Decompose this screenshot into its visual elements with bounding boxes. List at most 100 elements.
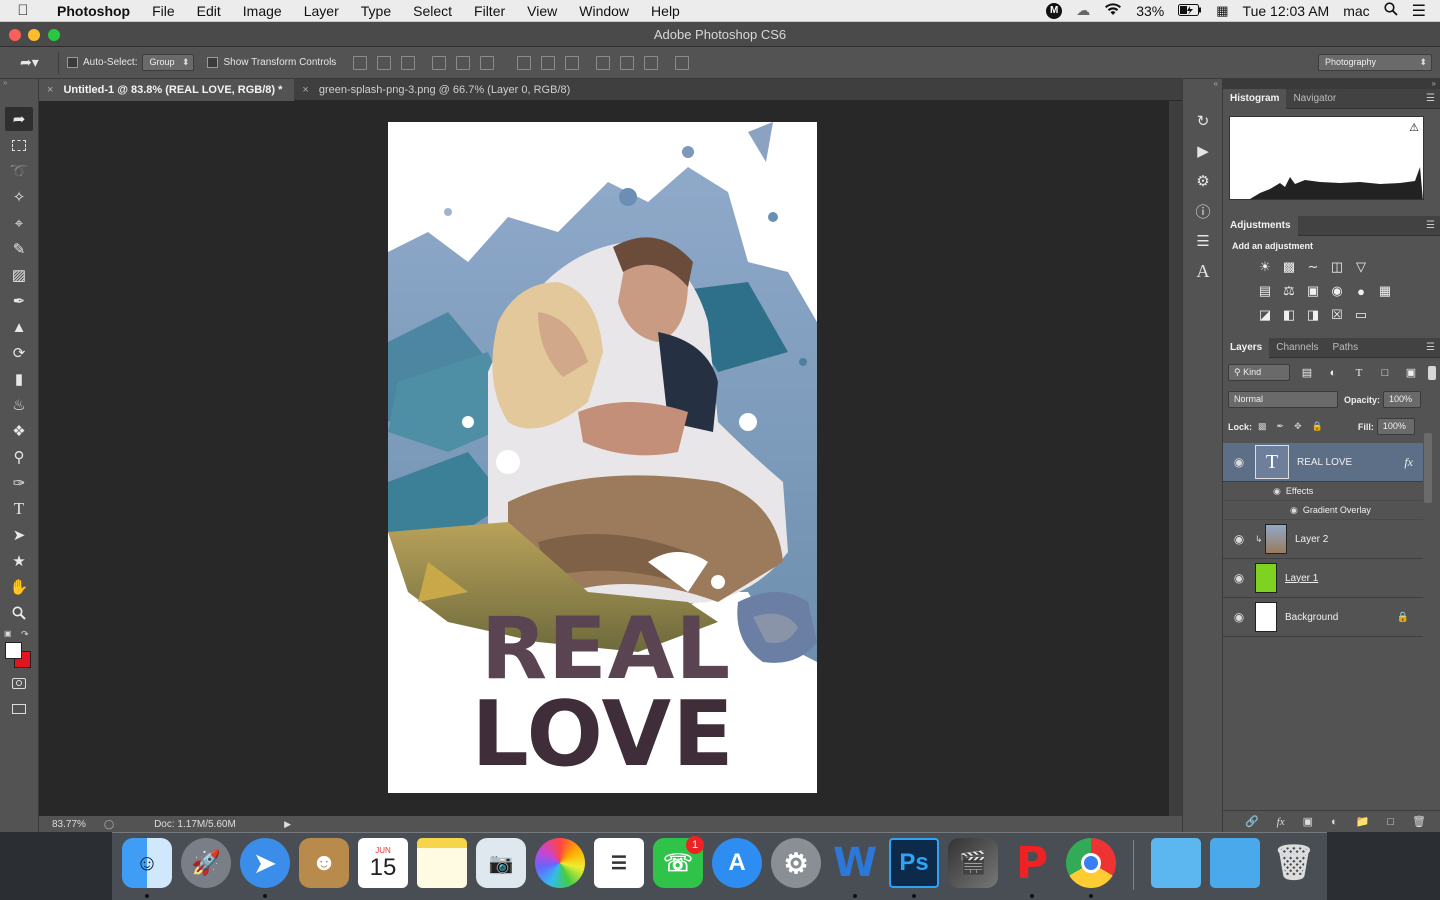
canvas-vertical-scrollbar[interactable] [1169, 101, 1182, 816]
close-tab-icon[interactable]: × [47, 79, 53, 101]
calendar-icon[interactable]: JUN 15 [358, 838, 408, 888]
word-icon[interactable]: W [830, 838, 880, 888]
tab-layers[interactable]: Layers [1223, 337, 1270, 358]
tab-untitled-1[interactable]: × Untitled-1 @ 83.8% (REAL LOVE, RGB/8) … [39, 79, 295, 101]
battery-percent[interactable]: 33% [1136, 3, 1164, 19]
status-info-icon[interactable]: ◯ [104, 819, 114, 830]
wifi-icon[interactable] [1104, 2, 1122, 19]
layers-scrollbar[interactable] [1424, 433, 1432, 503]
tab-channels[interactable]: Channels [1269, 338, 1325, 358]
status-menu-icon[interactable]: ▶ [284, 819, 291, 830]
selective-color-icon[interactable]: ☒ [1328, 307, 1346, 323]
eyedropper-tool-icon[interactable]: ✎ [5, 237, 33, 261]
document-canvas[interactable]: REAL LOVE [388, 122, 817, 793]
distribute-top-icon[interactable] [517, 55, 532, 70]
actions-panel-icon[interactable]: ▶ [1189, 139, 1217, 163]
paint-bucket-tool-icon[interactable]: ♨ [5, 393, 33, 417]
hand-tool-icon[interactable]: ✋ [5, 575, 33, 599]
battery-icon[interactable] [1178, 3, 1202, 19]
filter-type-icon[interactable]: T [1350, 365, 1368, 381]
menu-app-photoshop[interactable]: Photoshop [46, 0, 141, 22]
history-panel-icon[interactable]: ↻ [1189, 109, 1217, 133]
auto-align-layers-icon[interactable] [675, 55, 690, 70]
delete-layer-icon[interactable]: 🗑 [1412, 815, 1426, 828]
lock-transparent-icon[interactable]: ▩ [1258, 421, 1267, 432]
properties-panel-icon[interactable]: ⚙ [1189, 169, 1217, 193]
align-top-edges-icon[interactable] [353, 55, 368, 70]
hue-saturation-icon[interactable]: ▤ [1256, 283, 1274, 299]
magic-wand-tool-icon[interactable]: ✧ [5, 185, 33, 209]
trash-icon[interactable]: 🗑 [1269, 838, 1319, 888]
panel-menu-icon[interactable]: ☰ [1426, 220, 1440, 231]
clone-stamp-tool-icon[interactable]: ▲ [5, 315, 33, 339]
type-tool-icon[interactable]: T [5, 497, 33, 521]
panel-menu-icon[interactable]: ☰ [1426, 93, 1440, 104]
history-brush-tool-icon[interactable]: ⟳ [5, 341, 33, 365]
downloads-folder-icon[interactable] [1210, 838, 1260, 888]
menu-type[interactable]: Type [350, 0, 402, 22]
zoom-level[interactable]: 83.77% [52, 819, 104, 830]
align-bottom-edges-icon[interactable] [401, 55, 416, 70]
filter-pixel-icon[interactable]: ▤ [1298, 365, 1316, 381]
posterize-icon[interactable]: ◧ [1280, 307, 1298, 323]
new-layer-icon[interactable]: □ [1387, 816, 1394, 828]
reminders-icon[interactable]: ☰ [594, 838, 644, 888]
panel-menu-icon[interactable]: ☰ [1426, 342, 1440, 353]
folder-icon[interactable] [1151, 838, 1201, 888]
levels-icon[interactable]: ▩ [1280, 259, 1298, 275]
tab-navigator[interactable]: Navigator [1286, 89, 1343, 109]
minimize-window-button[interactable] [28, 29, 40, 41]
layer-background[interactable]: ◉ Background 🔒 [1223, 598, 1423, 637]
dodge-tool-icon[interactable]: ⚲ [5, 445, 33, 469]
vibrance-icon[interactable]: ▽ [1352, 259, 1370, 275]
add-layer-style-icon[interactable]: fx [1277, 816, 1285, 828]
move-tool-preset-icon[interactable]: ➦▾ [20, 54, 58, 71]
menu-filter[interactable]: Filter [463, 0, 516, 22]
align-right-edges-icon[interactable] [480, 55, 495, 70]
custom-shape-tool-icon[interactable]: ★ [5, 549, 33, 573]
layer-name[interactable]: Layer 1 [1285, 573, 1318, 584]
distribute-bottom-icon[interactable] [565, 55, 580, 70]
photo-filter-icon[interactable]: ◉ [1328, 283, 1346, 299]
threshold-icon[interactable]: ◨ [1304, 307, 1322, 323]
menu-view[interactable]: View [516, 0, 568, 22]
menu-help[interactable]: Help [640, 0, 691, 22]
app-store-icon[interactable]: A [712, 838, 762, 888]
spotlight-search-icon[interactable] [1384, 2, 1398, 19]
auto-select-checkbox[interactable] [67, 57, 78, 68]
preview-icon[interactable]: 📷 [476, 838, 526, 888]
system-preferences-icon[interactable]: ⚙ [771, 838, 821, 888]
filter-toggle-icon[interactable] [1428, 365, 1436, 380]
lock-position-icon[interactable]: ✥ [1294, 421, 1302, 432]
close-window-button[interactable] [9, 29, 21, 41]
workspace-switcher[interactable]: Photography [1318, 54, 1432, 71]
align-horizontal-centers-icon[interactable] [456, 55, 471, 70]
tools-collapse-icon[interactable]: » [0, 79, 38, 87]
pen-tool-icon[interactable]: ✑ [5, 471, 33, 495]
notification-center-icon[interactable]: ☰ [1412, 1, 1426, 21]
close-tab-icon[interactable]: × [302, 79, 308, 101]
screen-mode-icon[interactable] [5, 697, 33, 721]
input-menu-icon[interactable]: ▦ [1216, 3, 1228, 19]
layer-name[interactable]: REAL LOVE [1297, 457, 1404, 468]
default-colors-icon[interactable]: ▣ [4, 629, 12, 638]
info-panel-icon[interactable]: ⓘ [1189, 199, 1217, 223]
zoom-tool-icon[interactable] [5, 601, 33, 625]
align-left-edges-icon[interactable] [432, 55, 447, 70]
layer-1[interactable]: ◉ Layer 1 [1223, 559, 1423, 598]
visibility-eye-icon[interactable]: ◉ [1223, 532, 1255, 546]
menubar-user[interactable]: mac [1343, 3, 1369, 19]
swap-colors-icon[interactable]: ↷ [21, 629, 29, 640]
menu-file[interactable]: File [141, 0, 186, 22]
brush-tool-icon[interactable]: ✒ [5, 289, 33, 313]
malwarebytes-icon[interactable]: M [1046, 2, 1063, 19]
quick-mask-icon[interactable] [5, 671, 33, 695]
path-selection-tool-icon[interactable]: ➤ [5, 523, 33, 547]
apple-menu-icon[interactable]:  [0, 2, 46, 19]
photos-icon[interactable] [535, 838, 585, 888]
layer-name[interactable]: Background [1285, 612, 1397, 623]
link-layers-icon[interactable]: 🔗 [1245, 815, 1259, 828]
lock-pixels-icon[interactable]: ✒ [1277, 421, 1285, 432]
transform-controls-checkbox[interactable] [207, 57, 219, 68]
color-lookup-icon[interactable]: ▦ [1376, 283, 1394, 299]
